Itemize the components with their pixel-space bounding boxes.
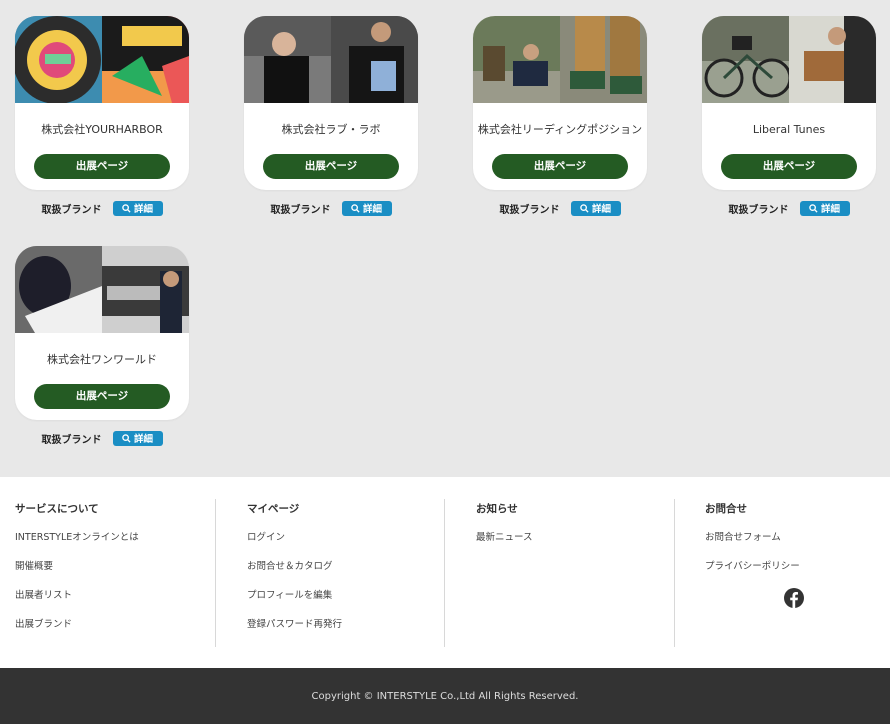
exhibitor-grid: 株式会社YOURHARBOR 出展ページ 取扱ブランド 詳細 株式会社ラブ・ラボ… [0, 0, 890, 477]
footer-link-privacy-policy[interactable]: プライバシーポリシー [705, 560, 800, 574]
brand-row: 取扱ブランド 詳細 [473, 200, 647, 216]
footer-column-news: お知らせ 最新ニュース [476, 499, 533, 647]
copyright-bar: Copyright © INTERSTYLE Co.,Ltd All Right… [0, 668, 890, 724]
exhibitor-image[interactable] [244, 16, 418, 103]
search-icon [351, 203, 360, 213]
exhibitor-name: 株式会社YOURHARBOR [41, 123, 163, 136]
brand-label: 取扱ブランド [41, 434, 102, 446]
exhibitor-image[interactable] [15, 16, 189, 103]
footer-link-latest-news[interactable]: 最新ニュース [476, 531, 533, 545]
site-footer: サービスについて INTERSTYLEオンラインとは 開催概要 出展者リスト 出… [0, 477, 890, 668]
detail-label: 詳細 [820, 204, 840, 215]
exhibit-page-button[interactable]: 出展ページ [263, 154, 399, 179]
search-icon [809, 203, 818, 213]
exhibitor-image[interactable] [473, 16, 647, 103]
search-icon [122, 203, 131, 213]
footer-link-inquiry-catalog[interactable]: お問合せ＆カタログ [247, 560, 342, 574]
footer-link-about[interactable]: INTERSTYLEオンラインとは [15, 531, 139, 545]
exhibitor-card-body[interactable]: 株式会社ワンワールド 出展ページ [15, 246, 189, 420]
exhibitor-name: Liberal Tunes [752, 123, 826, 136]
search-icon [122, 433, 131, 443]
exhibitor-card-body[interactable]: 株式会社YOURHARBOR 出展ページ [15, 16, 189, 190]
footer-column-mypage: マイページ ログイン お問合せ＆カタログ プロフィールを編集 登録パスワード再発… [247, 499, 342, 647]
exhibitor-name: 株式会社ワンワールド [47, 353, 157, 366]
footer-link-edit-profile[interactable]: プロフィールを編集 [247, 589, 342, 603]
brand-row: 取扱ブランド 詳細 [702, 200, 876, 216]
exhibit-page-button[interactable]: 出展ページ [721, 154, 857, 179]
footer-column-contact: お問合せ お問合せフォーム プライバシーポリシー [705, 499, 800, 647]
exhibit-page-button[interactable]: 出展ページ [34, 154, 170, 179]
detail-button[interactable]: 詳細 [112, 200, 163, 216]
footer-link-exhibitor-list[interactable]: 出展者リスト [15, 589, 139, 603]
footer-divider [674, 499, 675, 647]
exhibitor-card-body[interactable]: Liberal Tunes 出展ページ [702, 16, 876, 190]
footer-link-overview[interactable]: 開催概要 [15, 560, 139, 574]
footer-link-contact-form[interactable]: お問合せフォーム [705, 531, 800, 545]
exhibit-page-button[interactable]: 出展ページ [492, 154, 628, 179]
detail-label: 詳細 [133, 204, 153, 215]
search-icon [580, 203, 589, 213]
exhibitor-card: 株式会社ラブ・ラボ 出展ページ 取扱ブランド 詳細 [244, 16, 418, 216]
brand-label: 取扱ブランド [728, 204, 789, 216]
exhibit-page-button[interactable]: 出展ページ [34, 384, 170, 409]
detail-button[interactable]: 詳細 [341, 200, 392, 216]
detail-label: 詳細 [133, 434, 153, 445]
detail-button[interactable]: 詳細 [570, 200, 621, 216]
exhibitor-card-body[interactable]: 株式会社ラブ・ラボ 出展ページ [244, 16, 418, 190]
footer-divider [444, 499, 445, 647]
detail-label: 詳細 [591, 204, 611, 215]
exhibitor-card: 株式会社ワンワールド 出展ページ 取扱ブランド 詳細 [15, 246, 189, 446]
footer-heading: お問合せ [705, 503, 747, 515]
exhibitor-name: 株式会社リーディングポジション [477, 123, 643, 136]
brand-label: 取扱ブランド [499, 204, 560, 216]
brand-label: 取扱ブランド [41, 204, 102, 216]
footer-heading: マイページ [247, 503, 300, 515]
footer-heading: お知らせ [476, 503, 518, 515]
exhibitor-card: 株式会社YOURHARBOR 出展ページ 取扱ブランド 詳細 [15, 16, 189, 216]
detail-button[interactable]: 詳細 [112, 430, 163, 446]
footer-link-reset-password[interactable]: 登録パスワード再発行 [247, 618, 342, 632]
brand-row: 取扱ブランド 詳細 [244, 200, 418, 216]
footer-link-login[interactable]: ログイン [247, 531, 342, 545]
exhibitor-card-body[interactable]: 株式会社リーディングポジション 出展ページ [473, 16, 647, 190]
exhibitor-image[interactable] [15, 246, 189, 333]
footer-link-brands[interactable]: 出展ブランド [15, 618, 139, 632]
footer-column-services: サービスについて INTERSTYLEオンラインとは 開催概要 出展者リスト 出… [15, 499, 139, 647]
exhibitor-card: Liberal Tunes 出展ページ 取扱ブランド 詳細 [702, 16, 876, 216]
detail-button[interactable]: 詳細 [799, 200, 850, 216]
exhibitor-image[interactable] [702, 16, 876, 103]
detail-label: 詳細 [362, 204, 382, 215]
facebook-icon[interactable] [784, 588, 804, 612]
exhibitor-name: 株式会社ラブ・ラボ [281, 123, 381, 136]
brand-row: 取扱ブランド 詳細 [15, 200, 189, 216]
footer-heading: サービスについて [15, 503, 99, 515]
footer-divider [215, 499, 216, 647]
exhibitor-card: 株式会社リーディングポジション 出展ページ 取扱ブランド 詳細 [473, 16, 647, 216]
brand-label: 取扱ブランド [270, 204, 331, 216]
brand-row: 取扱ブランド 詳細 [15, 430, 189, 446]
